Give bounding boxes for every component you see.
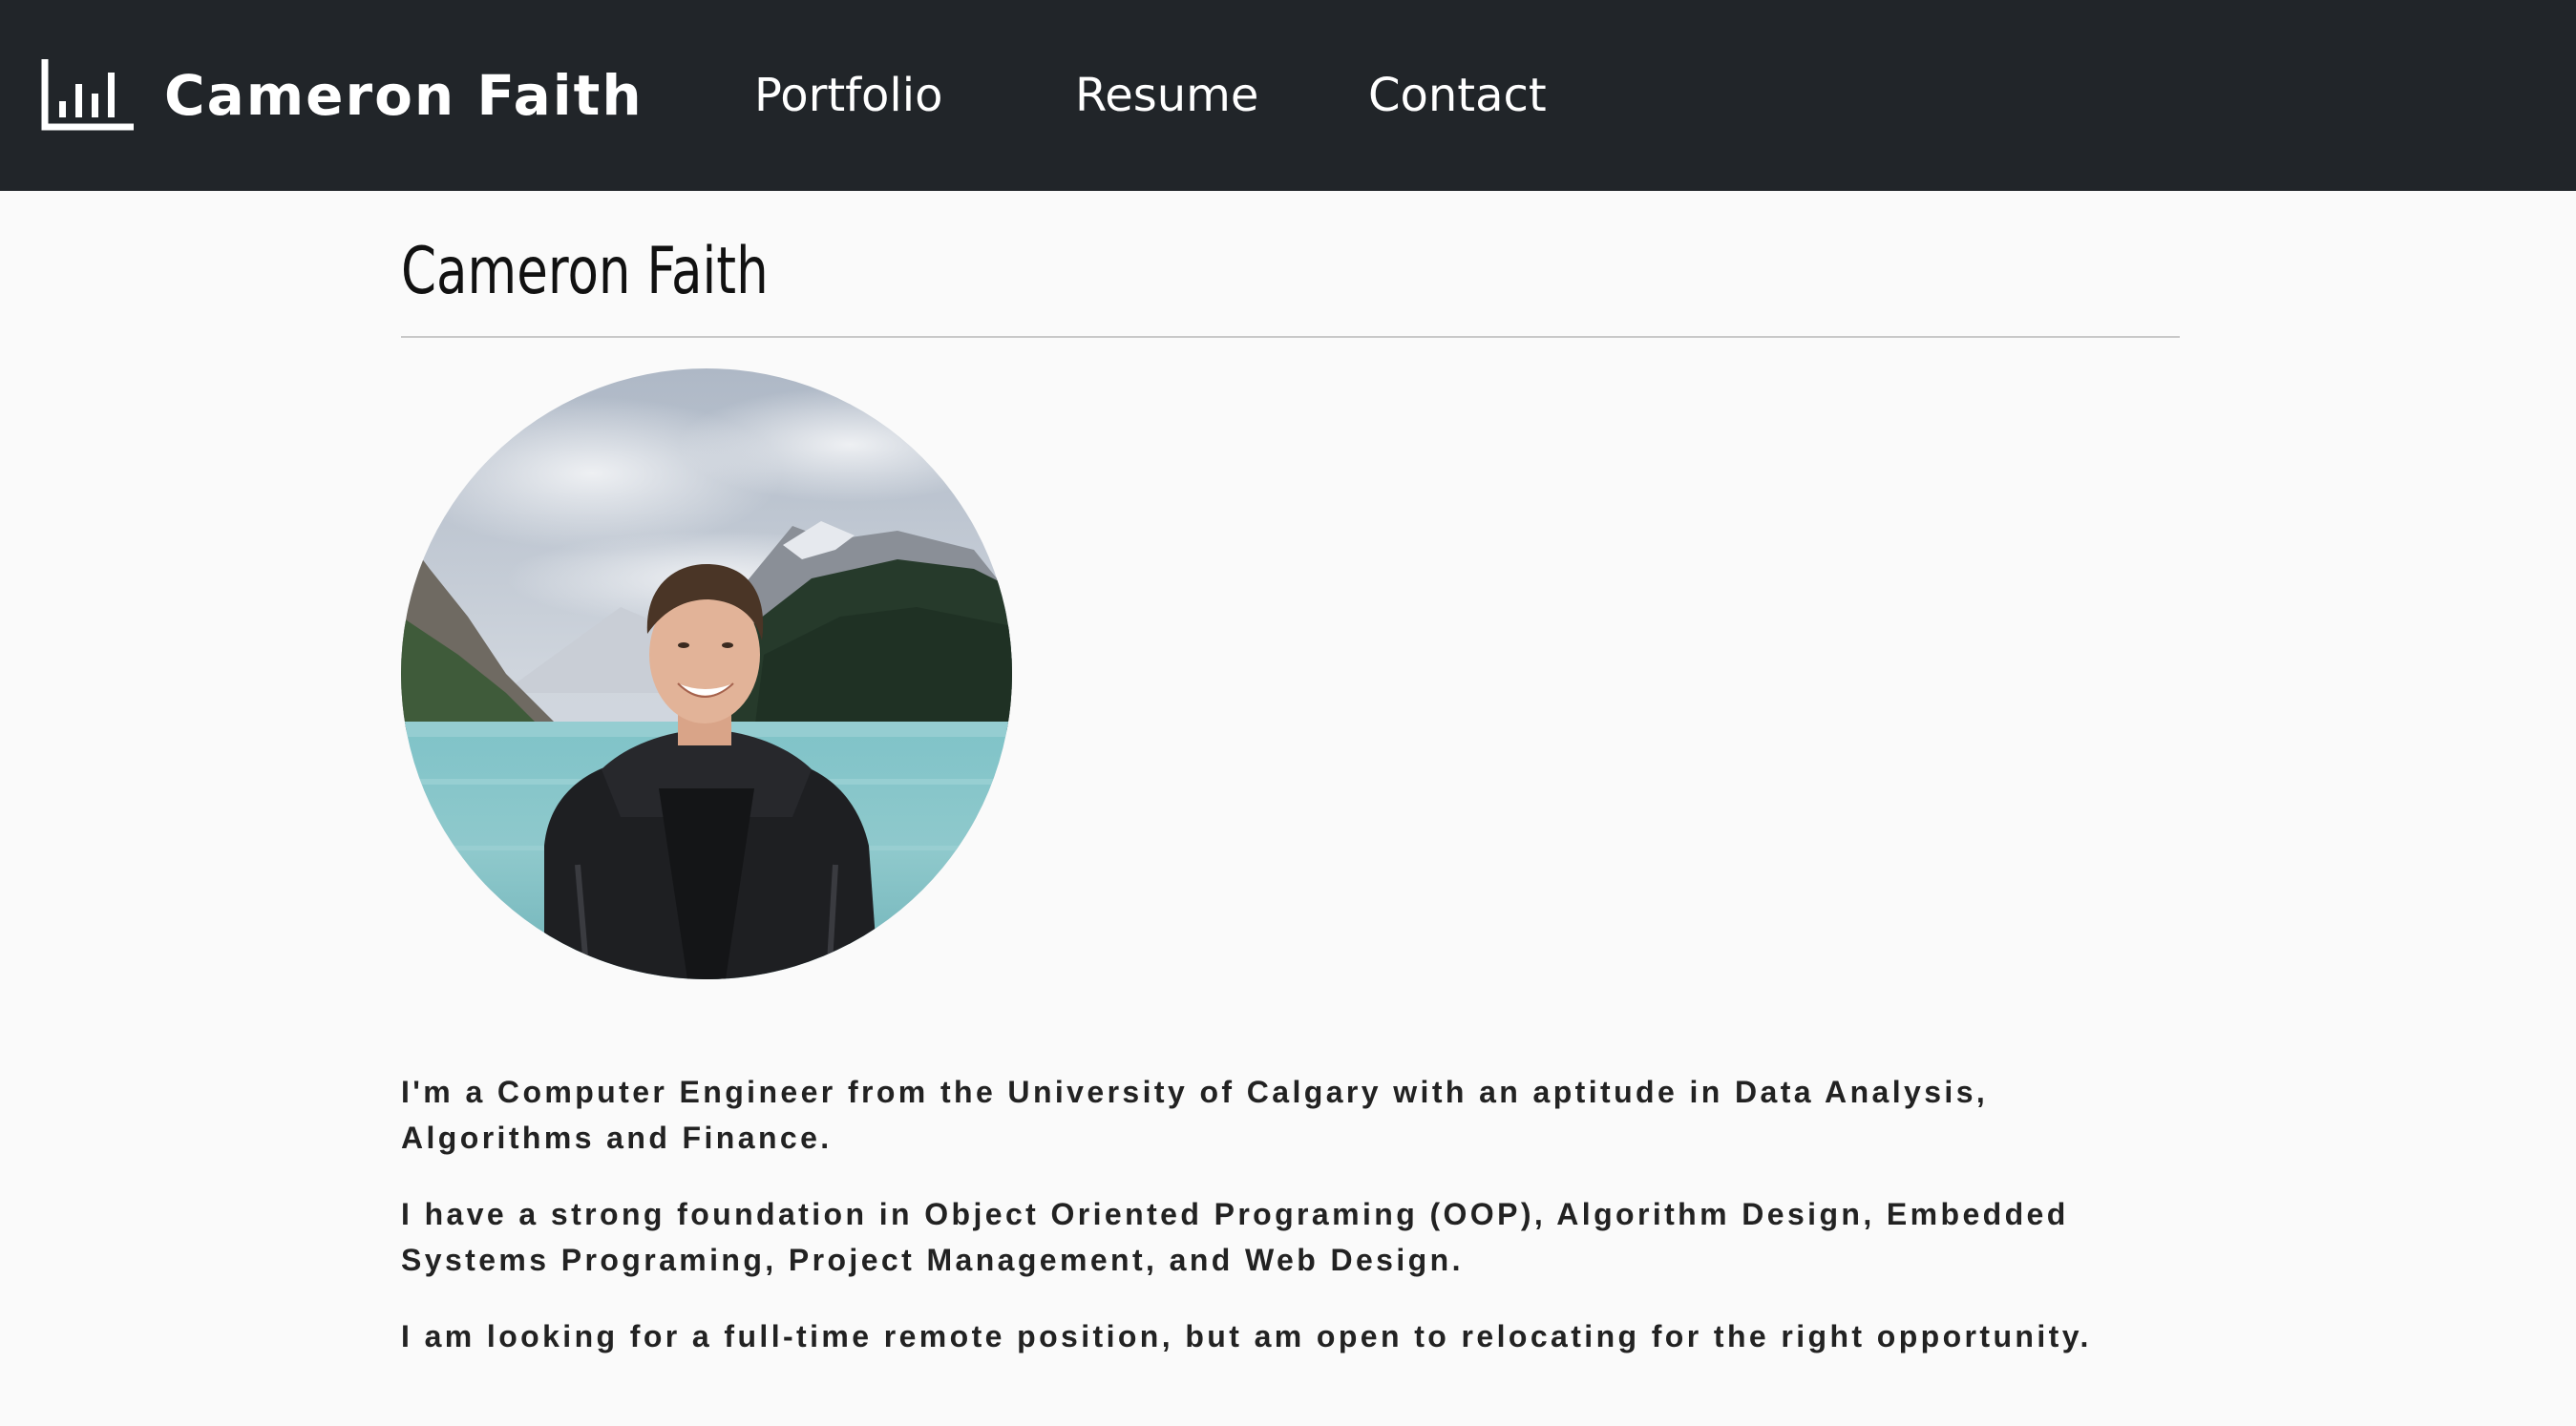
profile-photo — [401, 368, 1012, 979]
bio-paragraph: I'm a Computer Engineer from the Univers… — [401, 1075, 1989, 1155]
brand-link[interactable]: Cameron Faith — [40, 57, 644, 134]
brand-name: Cameron Faith — [164, 63, 644, 128]
nav-link-contact[interactable]: Contact — [1368, 65, 1547, 126]
nav-link-portfolio[interactable]: Portfolio — [754, 65, 942, 126]
title-divider — [401, 336, 2180, 338]
bio-section: I'm a Computer Engineer from the Univers… — [401, 1069, 2180, 1390]
top-navbar: Cameron Faith Portfolio Resume Contact — [0, 0, 2576, 191]
profile-photo-image — [401, 368, 1012, 979]
page-title: Cameron Faith — [401, 234, 769, 309]
bio-paragraph: I am looking for a full-time remote posi… — [401, 1319, 2092, 1353]
bar-chart-icon — [41, 59, 134, 131]
bio-paragraph: I have a strong foundation in Object Ori… — [401, 1197, 2069, 1277]
nav-link-resume[interactable]: Resume — [1075, 65, 1258, 126]
